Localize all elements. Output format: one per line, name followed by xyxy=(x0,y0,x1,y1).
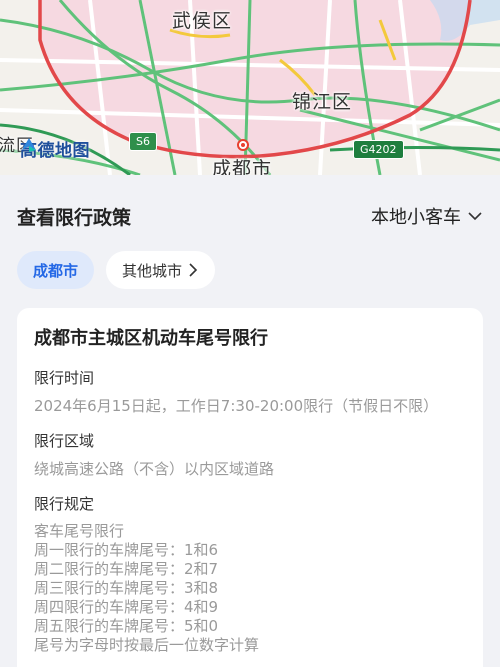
page-title: 查看限行政策 xyxy=(17,206,132,229)
city-chip-chengdu[interactable]: 成都市 xyxy=(17,251,95,289)
road-badge-g4202: G4202 xyxy=(353,140,404,159)
rule-item: 尾号为字母时按最后一位数字计算 xyxy=(34,636,260,654)
time-label: 限行时间 xyxy=(34,369,95,387)
map-label-jinjiang: 锦江区 xyxy=(292,91,353,113)
vehicle-type-label: 本地小客车 xyxy=(371,207,461,228)
road-badge-s6: S6 xyxy=(129,132,157,151)
rule-item: 客车尾号限行 xyxy=(34,522,125,540)
chevron-right-icon xyxy=(189,263,198,277)
policy-card: 成都市主城区机动车尾号限行 限行时间 2024年6月15日起，工作日7:30-2… xyxy=(17,308,483,667)
restriction-sheet: 查看限行政策 本地小客车 成都市 其他城市 成都市主城区机动车尾号限行 限行时间… xyxy=(0,178,500,667)
area-text: 绕城高速公路（不含）以内区域道路 xyxy=(34,460,275,478)
map-label-wuhou: 武侯区 xyxy=(172,10,233,32)
sheet-header: 查看限行政策 本地小客车 xyxy=(17,200,483,232)
city-center-pin-icon xyxy=(237,139,249,151)
amap-logo-icon xyxy=(22,138,36,152)
map-label-chengdu: 成都市 xyxy=(212,158,273,175)
time-text: 2024年6月15日起，工作日7:30-20:00限行（节假日不限） xyxy=(34,397,439,415)
rule-item: 周三限行的车牌尾号：3和8 xyxy=(34,579,219,597)
map-view[interactable]: 武侯区 锦江区 成都市 流区 S6 G4202 高德地图 xyxy=(0,0,500,175)
area-label: 限行区域 xyxy=(34,432,95,450)
vehicle-type-select[interactable]: 本地小客车 xyxy=(371,203,483,229)
rules-list: 客车尾号限行 周一限行的车牌尾号：1和6 周二限行的车牌尾号：2和7 周三限行的… xyxy=(34,522,466,655)
rule-item: 周五限行的车牌尾号：5和0 xyxy=(34,617,219,635)
other-cities-label: 其他城市 xyxy=(122,261,183,280)
city-chips: 成都市 其他城市 xyxy=(17,251,216,289)
rule-item: 周一限行的车牌尾号：1和6 xyxy=(34,541,219,559)
map-brand: 高德地图 xyxy=(20,136,90,161)
rule-item: 周四限行的车牌尾号：4和9 xyxy=(34,598,219,616)
rules-label: 限行规定 xyxy=(34,495,95,513)
other-cities-button[interactable]: 其他城市 xyxy=(106,251,216,289)
policy-title: 成都市主城区机动车尾号限行 xyxy=(34,328,268,349)
chevron-down-icon xyxy=(468,212,482,221)
rule-item: 周二限行的车牌尾号：2和7 xyxy=(34,560,219,578)
